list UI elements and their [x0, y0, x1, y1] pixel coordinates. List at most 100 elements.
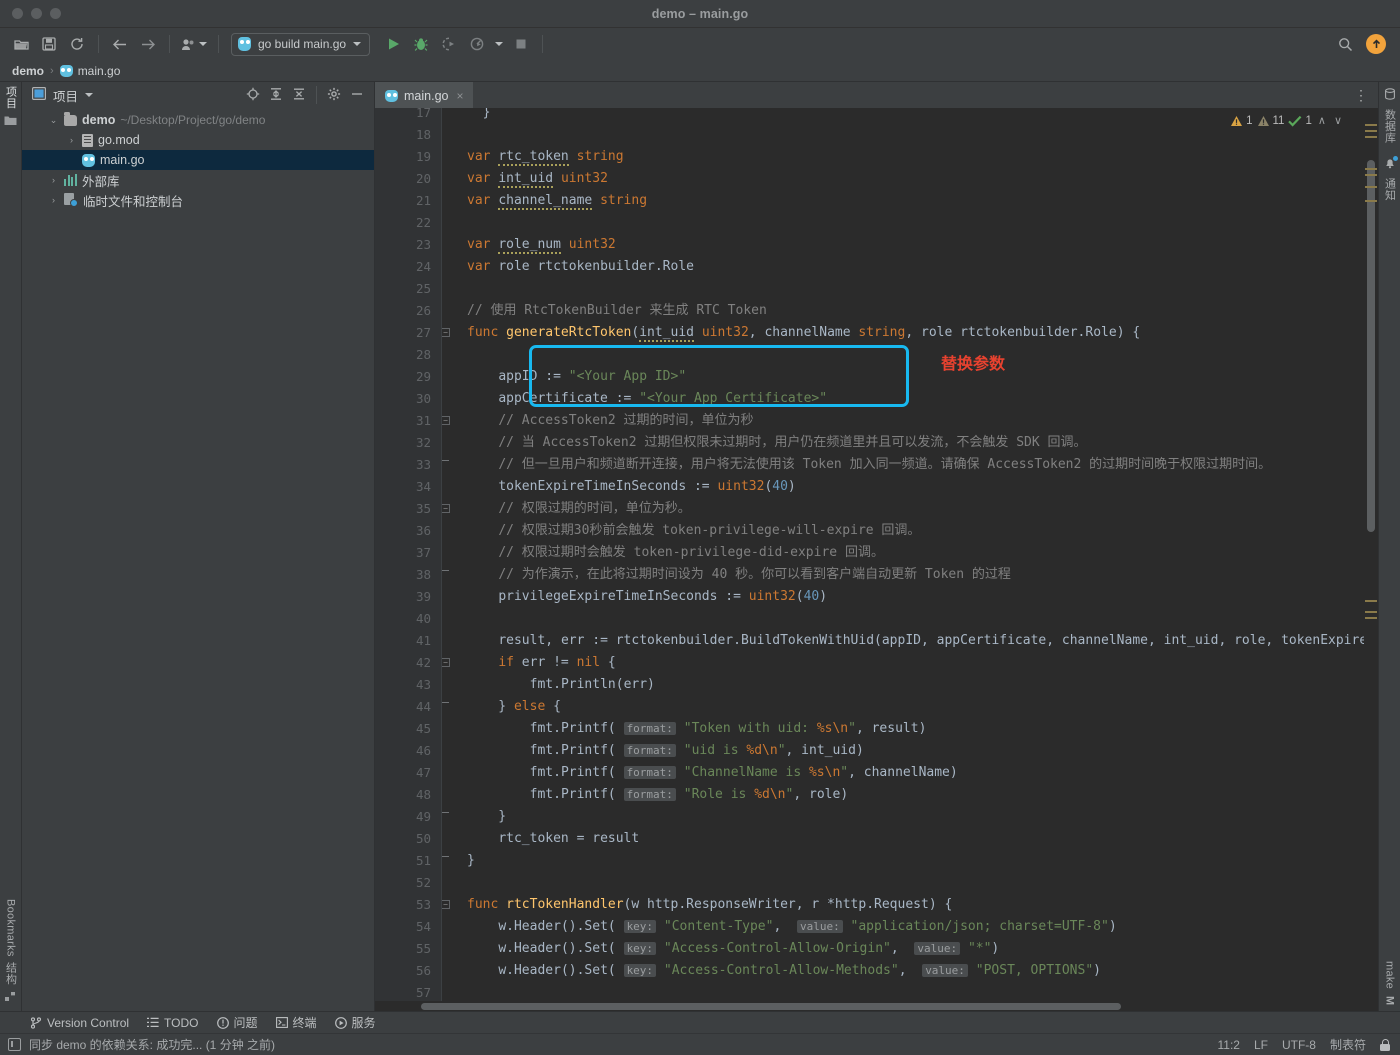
chevron-down-icon[interactable]: ⌄ — [48, 115, 59, 126]
previous-problem-icon[interactable]: ∧ — [1316, 114, 1328, 127]
stop-button[interactable] — [508, 32, 534, 56]
chevron-down-icon[interactable] — [85, 93, 93, 97]
code-line[interactable] — [441, 344, 1364, 366]
tool-button-terminal[interactable]: 终端 — [276, 1014, 317, 1031]
code-line[interactable]: // 权限过期30秒前会触发 token-privilege-will-expi… — [441, 520, 1364, 542]
folder-icon[interactable] — [4, 115, 17, 129]
save-icon[interactable] — [36, 32, 62, 56]
code-line[interactable]: w.Header().Set( key: "Access-Control-All… — [441, 938, 1364, 960]
code-line[interactable]: func generateRtcToken(int_uid uint32, ch… — [441, 322, 1364, 344]
run-with-coverage-button[interactable] — [436, 32, 462, 56]
back-icon[interactable] — [107, 32, 133, 56]
rail-item-project[interactable]: 项目 — [3, 86, 19, 109]
tool-button-version-control[interactable]: Version Control — [30, 1016, 129, 1030]
close-button[interactable] — [12, 8, 23, 19]
tree-row-gomod[interactable]: › go.mod — [22, 130, 374, 150]
code-line[interactable]: w.Header().Set( key: "Content-Type", val… — [441, 916, 1364, 938]
code-line[interactable]: func rtcTokenHandler(w http.ResponseWrit… — [441, 894, 1364, 916]
code-line[interactable]: // 使用 RtcTokenBuilder 来生成 RTC Token — [441, 300, 1364, 322]
breadcrumb-project[interactable]: demo — [12, 64, 44, 78]
code-line[interactable]: var role rtctokenbuilder.Role — [441, 256, 1364, 278]
code-line[interactable]: // 权限过期时会触发 token-privilege-did-expire 回… — [441, 542, 1364, 564]
profile-icon[interactable] — [178, 32, 210, 56]
chevron-right-icon[interactable]: › — [48, 195, 59, 205]
code-line[interactable] — [441, 212, 1364, 234]
minimize-button[interactable] — [31, 8, 42, 19]
more-options-icon[interactable]: ⋮ — [1354, 88, 1369, 102]
horizontal-scrollbar-thumb[interactable] — [421, 1003, 1121, 1010]
code-line[interactable]: // 为作演示，在此将过期时间设为 40 秒。你可以看到客户端自动更新 Toke… — [441, 564, 1364, 586]
open-folder-icon[interactable] — [8, 32, 34, 56]
code-line[interactable]: result, err := rtctokenbuilder.BuildToke… — [441, 630, 1364, 652]
profile-run-button[interactable] — [464, 32, 490, 56]
code-line[interactable]: var channel_name string — [441, 190, 1364, 212]
hide-panel-icon[interactable] — [350, 87, 364, 104]
rail-label-make[interactable]: make — [1384, 961, 1396, 989]
collapse-all-icon[interactable] — [292, 87, 306, 104]
chevron-down-icon[interactable] — [492, 32, 506, 56]
code-line[interactable] — [441, 278, 1364, 300]
code-line[interactable]: } — [441, 806, 1364, 828]
code-line[interactable]: fmt.Printf( format: "ChannelName is %s\n… — [441, 762, 1364, 784]
code-line[interactable] — [441, 982, 1364, 1001]
code-content[interactable]: 替换参数 } var rtc_token stringvar int_uid u… — [441, 108, 1364, 1001]
code-line[interactable]: appCertificate := "<Your App Certificate… — [441, 388, 1364, 410]
notifications-icon[interactable] — [1384, 157, 1396, 172]
code-line[interactable]: if err != nil { — [441, 652, 1364, 674]
code-line[interactable]: privilegeExpireTimeInSeconds := uint32(4… — [441, 586, 1364, 608]
indent-setting[interactable]: 制表符 — [1330, 1036, 1366, 1053]
tool-button-todo[interactable]: TODO — [147, 1016, 198, 1030]
tool-button-services[interactable]: 服务 — [335, 1014, 376, 1031]
code-line[interactable]: fmt.Printf( format: "uid is %d\n", int_u… — [441, 740, 1364, 762]
gear-icon[interactable] — [327, 87, 341, 104]
tree-row-demo[interactable]: ⌄ demo ~/Desktop/Project/go/demo — [22, 110, 374, 130]
code-line[interactable]: } else { — [441, 696, 1364, 718]
close-icon[interactable]: × — [456, 89, 463, 103]
code-line[interactable]: tokenExpireTimeInSeconds := uint32(40) — [441, 476, 1364, 498]
code-line[interactable]: // 当 AccessToken2 过期但权限未过期时，用户仍在频道里并且可以发… — [441, 432, 1364, 454]
code-line[interactable]: rtc_token = result — [441, 828, 1364, 850]
code-line[interactable]: } — [441, 850, 1364, 872]
search-icon[interactable] — [1332, 32, 1358, 56]
expand-all-icon[interactable] — [269, 87, 283, 104]
code-line[interactable]: appID := "<Your App ID>" — [441, 366, 1364, 388]
structure-icon[interactable] — [5, 991, 17, 1005]
inspection-ok[interactable]: 1 — [1288, 115, 1311, 127]
file-encoding[interactable]: UTF-8 — [1282, 1038, 1316, 1052]
code-line[interactable]: var role_num uint32 — [441, 234, 1364, 256]
code-line[interactable]: w.Header().Set( key: "Access-Control-All… — [441, 960, 1364, 982]
sync-icon[interactable] — [64, 32, 90, 56]
zoom-button[interactable] — [50, 8, 61, 19]
forward-icon[interactable] — [135, 32, 161, 56]
chevron-right-icon[interactable]: › — [48, 175, 59, 185]
rail-item-bookmarks[interactable]: Bookmarks — [5, 899, 17, 957]
lock-icon[interactable] — [1380, 1039, 1390, 1051]
tree-row-maingo[interactable]: main.go — [22, 150, 374, 170]
code-line[interactable]: } — [441, 108, 1364, 124]
tree-row-external-libraries[interactable]: › 外部库 — [22, 170, 374, 190]
code-line[interactable]: fmt.Printf( format: "Role is %d\n", role… — [441, 784, 1364, 806]
tree-row-scratches[interactable]: › 临时文件和控制台 — [22, 190, 374, 210]
caret-position[interactable]: 11:2 — [1218, 1038, 1240, 1052]
tool-button-problems[interactable]: 问题 — [217, 1014, 258, 1031]
code-line[interactable]: var int_uid uint32 — [441, 168, 1364, 190]
breadcrumb-file[interactable]: main.go — [60, 64, 121, 78]
code-line[interactable] — [441, 872, 1364, 894]
run-button[interactable] — [380, 32, 406, 56]
code-line[interactable] — [441, 608, 1364, 630]
line-separator[interactable]: LF — [1254, 1038, 1268, 1052]
code-line[interactable]: var rtc_token string — [441, 146, 1364, 168]
locate-target-icon[interactable] — [246, 87, 260, 104]
update-available-icon[interactable] — [1366, 34, 1386, 54]
vertical-scrollbar-thumb[interactable] — [1367, 160, 1375, 532]
code-line[interactable]: // 权限过期的时间，单位为秒。 — [441, 498, 1364, 520]
rail-label-notifications[interactable]: 通知 — [1382, 178, 1398, 201]
warning-count[interactable]: 1 — [1230, 115, 1252, 127]
code-line[interactable]: // 但一旦用户和频道断开连接，用户将无法使用该 Token 加入同一频道。请确… — [441, 454, 1364, 476]
next-problem-icon[interactable]: ∨ — [1332, 114, 1344, 127]
chevron-right-icon[interactable]: › — [66, 135, 77, 145]
background-tasks-icon[interactable] — [8, 1038, 21, 1051]
editor-scrollbar-column[interactable] — [1364, 108, 1378, 1001]
window-controls[interactable] — [0, 8, 61, 19]
code-line[interactable]: fmt.Println(err) — [441, 674, 1364, 696]
